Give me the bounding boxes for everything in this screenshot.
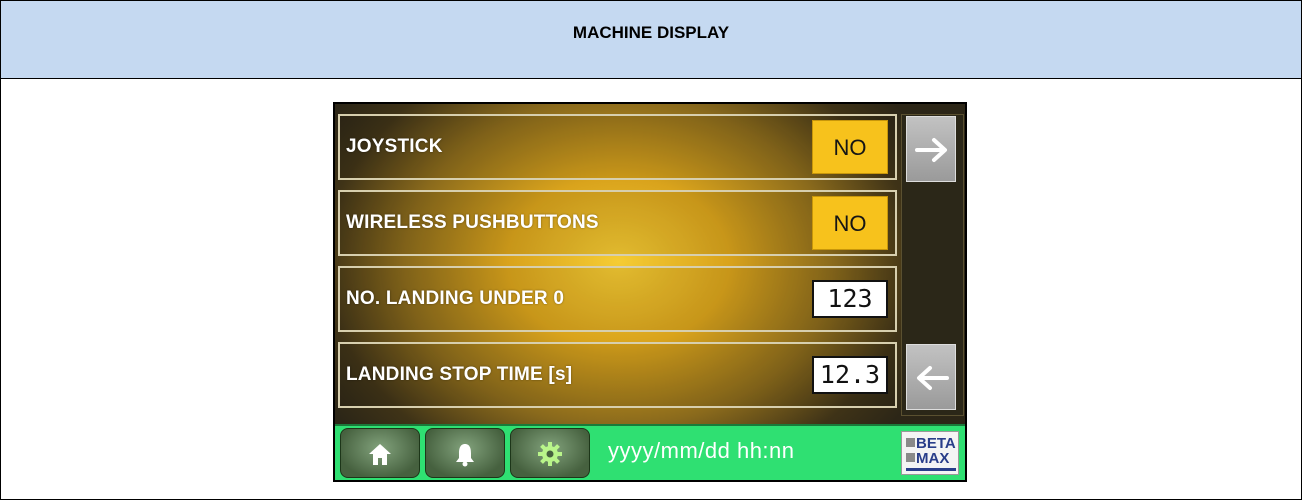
- document-title: MACHINE DISPLAY: [572, 23, 730, 42]
- beta-max-logo: BETA MAX: [901, 431, 959, 475]
- row-label: NO. LANDING UNDER 0: [346, 288, 565, 309]
- alarm-button[interactable]: [425, 428, 505, 478]
- logo-mark: [906, 453, 915, 462]
- settings-button[interactable]: [510, 428, 590, 478]
- logo-text-max: MAX: [916, 450, 950, 467]
- row-wireless-pushbuttons: WIRELESS PUSHBUTTONS NO: [338, 190, 897, 256]
- next-page-button[interactable]: [906, 116, 956, 182]
- row-landing-under-0: NO. LANDING UNDER 0 123: [338, 266, 897, 332]
- arrow-left-icon: [917, 366, 949, 390]
- landing-under-0-field[interactable]: 123: [812, 280, 888, 318]
- row-joystick: JOYSTICK NO: [338, 114, 897, 180]
- bell-icon: [456, 444, 474, 467]
- row-landing-stop-time: LANDING STOP TIME [s] 12.3: [338, 342, 897, 408]
- logo-text-beta: BETA: [916, 435, 956, 452]
- display-panel: JOYSTICK NO WIRELESS PUSHBUTTONS NO NO. …: [335, 104, 965, 480]
- wireless-pushbuttons-toggle[interactable]: NO: [812, 196, 888, 250]
- gear-icon: [538, 442, 562, 466]
- landing-stop-time-field[interactable]: 12.3: [812, 356, 888, 394]
- arrow-right-icon: [915, 138, 947, 162]
- joystick-toggle[interactable]: NO: [812, 120, 888, 174]
- row-label: WIRELESS PUSHBUTTONS: [346, 212, 599, 233]
- previous-page-button[interactable]: [906, 344, 956, 410]
- logo-mark: [906, 438, 915, 447]
- machine-display-screen: JOYSTICK NO WIRELESS PUSHBUTTONS NO NO. …: [333, 102, 967, 482]
- datetime-display: yyyy/mm/dd hh:nn: [608, 438, 795, 463]
- logo-underline: [906, 468, 956, 471]
- document-header: MACHINE DISPLAY: [1, 1, 1301, 79]
- row-label: JOYSTICK: [346, 136, 443, 157]
- status-bar: yyyy/mm/dd hh:nn BETA MAX: [335, 424, 965, 480]
- home-button[interactable]: [340, 428, 420, 478]
- home-icon: [369, 444, 391, 465]
- row-label: LANDING STOP TIME [s]: [346, 364, 573, 385]
